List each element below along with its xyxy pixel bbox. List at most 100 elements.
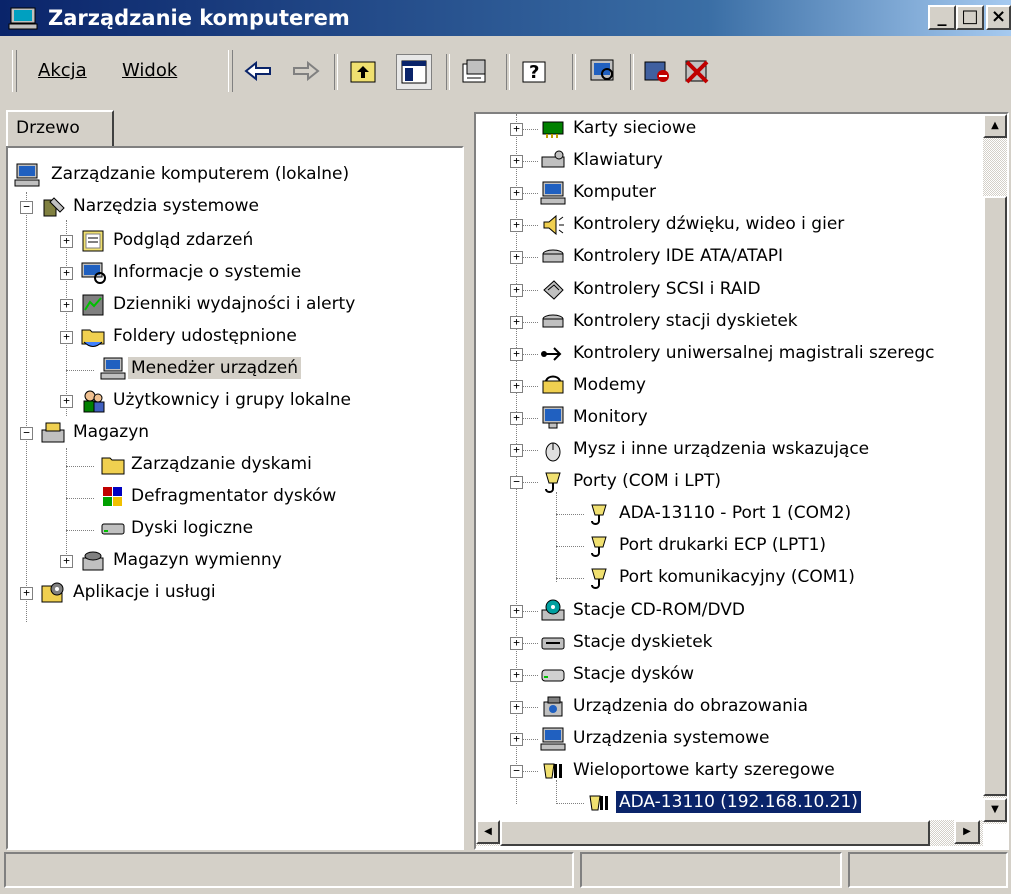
device-manager-icon [100,357,126,380]
menu-grip [12,50,17,92]
tree-item-label: Aplikacje i usługi [73,582,216,602]
console-tree-pane[interactable]: Zarządzanie komputerem (lokalne) − Narzę… [6,146,464,850]
expand-icon[interactable]: + [60,331,73,344]
computer-icon [14,163,40,187]
modem-icon [542,375,564,394]
forward-icon[interactable] [288,54,322,88]
help-icon[interactable]: ? [518,54,552,88]
menu-view-label: Widok [122,60,178,81]
toolbar-separator [630,54,634,90]
menu-view[interactable]: Widok [122,60,177,81]
scan-hardware-icon[interactable] [586,54,620,88]
port-icon [545,472,561,494]
tree-item-label: Klawiatury [573,150,663,171]
applications-services-icon [41,582,64,603]
port-icon [591,504,607,526]
computer-management-icon [8,7,38,30]
close-button[interactable]: × [986,5,1011,30]
tab-tree[interactable]: Drzewo [6,110,114,148]
tree-item-label: Kontrolery dźwięku, wideo i gier [573,214,845,235]
hard-drive-icon [541,669,565,682]
system-tools-icon [43,197,65,217]
status-panel-2 [580,852,842,888]
tree-item-label: Port drukarki ECP (LPT1) [619,535,827,556]
window-title: Zarządzanie komputerem [48,6,350,30]
sound-icon [543,215,564,236]
users-icon [83,390,105,413]
system-information-icon [81,262,106,284]
tree-item-label: Porty (COM i LPT) [573,471,721,492]
cdrom-icon [541,599,565,620]
tree-item-label: Monitory [573,406,648,427]
hscroll-thumb[interactable] [500,820,930,846]
monitor-icon [542,406,564,429]
minimize-button[interactable]: _ [928,5,956,30]
details-pane[interactable]: + Karty sieciowe + Klawiatury + Komputer + Kont… [474,112,1009,850]
computer-icon [540,181,566,205]
tree-item-label: Zarządzanie komputerem (lokalne) [51,164,350,184]
tree-item-label: Dzienniki wydajności i alerty [113,294,356,314]
network-adapter-icon [542,121,564,138]
tree-item-label: Użytkownicy i grupy lokalne [113,390,351,410]
tree-item-label: Magazyn [73,422,150,442]
tree-item-label: Wieloportowe karty szeregowe [573,760,835,780]
expand-icon[interactable]: + [20,587,33,600]
tree-item-label: Dyski logiczne [131,518,254,538]
multiport-serial-icon [543,763,562,779]
expand-icon[interactable]: + [60,555,73,568]
tree-item-label: Kontrolery IDE ATA/ATAPI [573,246,784,267]
menu-action[interactable]: Akcja [38,60,87,81]
tree-item-label: ADA-13110 (192.168.10.21) [615,790,862,815]
tree-item-label: Kontrolery SCSI i RAID [573,278,761,299]
tree-item-label: Stacje CD-ROM/DVD [573,599,746,620]
collapse-icon[interactable]: − [20,427,33,440]
floppy-controller-icon [542,314,564,328]
disable-device-icon[interactable] [640,54,674,88]
tree-item-label: Foldery udostępnione [113,326,297,346]
shared-folder-icon [81,329,105,347]
status-panel-1 [4,852,574,888]
svg-text:?: ? [529,62,539,83]
uninstall-icon[interactable] [680,54,714,88]
tree-item-label: Menedżer urządzeń [128,357,301,379]
expand-icon[interactable]: + [60,235,73,248]
system-device-icon [540,727,566,751]
properties-icon[interactable] [458,54,492,88]
tab-tree-label: Drzewo [16,118,80,138]
toolbar-grip [228,50,233,92]
removable-storage-icon [82,551,104,571]
vertical-scrollbar[interactable]: ▲ ▼ [983,114,1007,824]
port-icon [591,536,607,558]
toolbar-separator [334,54,338,90]
scroll-thumb[interactable] [983,196,1007,796]
scroll-up-button[interactable]: ▲ [983,114,1007,138]
storage-icon [41,422,65,443]
tree-item-label: Narzędzia systemowe [73,196,259,216]
event-viewer-icon [82,230,104,252]
back-icon[interactable] [242,54,276,88]
expand-icon[interactable]: + [60,395,73,408]
horizontal-scrollbar[interactable]: ◀ ▶ [476,820,983,846]
scroll-right-button[interactable]: ▶ [954,820,980,844]
tree-item-label: Informacje o systemie [113,262,302,282]
tree-item-label: Magazyn wymienny [113,550,282,570]
maximize-button[interactable]: □ [956,5,984,30]
expand-icon[interactable]: + [60,267,73,280]
toolbar-separator [446,54,450,90]
status-panel-3 [848,852,1008,888]
scroll-left-button[interactable]: ◀ [476,820,500,844]
scroll-down-button[interactable]: ▼ [983,798,1007,822]
imaging-device-icon [543,696,563,717]
multiport-serial-icon [589,795,608,811]
keyboard-icon [541,150,565,168]
defragmenter-icon [103,487,122,506]
tree-item-label: Stacje dyskietek [573,631,713,652]
tree-item-label: ADA-13110 - Port 1 (COM2) [619,503,852,524]
tree-item-label: Urządzenia do obrazowania [573,695,809,716]
show-hide-tree-icon[interactable] [396,54,432,90]
collapse-icon[interactable]: − [20,201,33,214]
up-one-level-icon[interactable] [346,54,380,88]
toolbar-separator [506,54,510,90]
expand-icon[interactable]: + [60,299,73,312]
scsi-controller-icon [543,279,564,300]
